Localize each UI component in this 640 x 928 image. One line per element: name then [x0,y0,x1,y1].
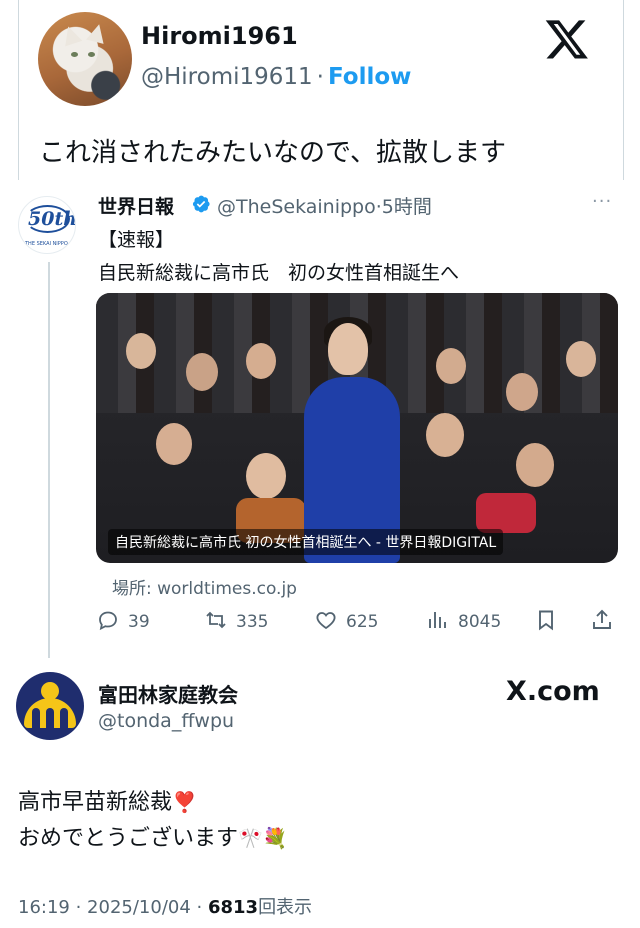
bookmark-button[interactable] [534,606,558,638]
tonda-text: おめでとうございます [18,826,239,851]
crowd-face [246,453,286,499]
more-options-icon[interactable]: ··· [592,191,612,212]
logo-figure [32,708,40,728]
views-count: 8045 [458,612,502,632]
post-timestamp[interactable]: 16:19 · 2025/10/04 · [18,897,208,918]
user-handle[interactable]: @Hiromi19611 [141,64,313,90]
avatar-caption: THE SEKAI NIPPO [25,241,68,247]
user-display-name[interactable]: Hiromi1961 [141,22,298,50]
heart-emoji-icon: ❣️ [172,790,197,814]
repost-icon [204,608,228,637]
crowd-face [516,443,554,487]
sekainippo-avatar[interactable]: 50th THE SEKAI NIPPO [18,196,76,254]
user-handle-row: @Hiromi19611 · Follow [141,64,411,90]
logo-figure [60,708,68,728]
crowd-face [436,348,466,384]
like-count: 625 [346,612,379,632]
like-button[interactable]: 625 [314,606,378,638]
crowd-face [426,413,464,457]
tonda-text-line: おめでとうございます🎌💐 [18,820,288,852]
action-bar: 39 335 625 8045 [96,606,618,638]
share-button[interactable] [590,606,614,638]
quoted-time[interactable]: 5時間 [382,196,432,218]
quoted-meta: @TheSekainippo·5時間 [217,192,432,219]
repost-count: 335 [236,612,269,632]
like-icon [314,608,338,637]
views-total: 6813 [207,897,259,918]
crowd-face [506,373,538,411]
bouquet-emoji-icon: 💐 [262,826,288,850]
crowd-face [126,333,156,369]
news-photo[interactable]: 自民新総裁に高市氏 初の女性首相誕生へ - 世界日報DIGITAL [96,293,618,563]
tonda-avatar[interactable] [16,672,84,740]
quoted-display-name[interactable]: 世界日報 [98,192,174,219]
quoted-handle[interactable]: @TheSekainippo [217,196,376,218]
separator: · [316,64,324,90]
follow-button[interactable]: Follow [328,64,411,90]
logo-figure [46,708,54,728]
views-icon [426,608,450,637]
views-label: 回表示 [258,897,313,918]
repost-button[interactable]: 335 [204,606,268,638]
avatar-badge: 50th [28,208,76,230]
thread-line [48,262,50,658]
embed-card: Hiromi1961 @Hiromi19611 · Follow これ消されたみたい… [18,0,624,180]
reply-count: 39 [128,612,150,632]
bookmark-icon [534,608,558,637]
x-logo-icon[interactable] [544,16,590,62]
user-avatar[interactable] [38,12,132,106]
share-icon [590,608,614,637]
views-button[interactable]: 8045 [426,606,501,638]
tonda-handle[interactable]: @tonda_ffwpu [98,710,234,732]
crowd-face [156,423,192,465]
tonda-text: 高市早苗新総裁 [18,790,173,815]
crowd-face [566,341,596,377]
image-caption: 自民新総裁に高市氏 初の女性首相誕生へ - 世界日報DIGITAL [108,529,504,555]
quoted-text-line: 自民新総裁に高市氏 初の女性首相誕生へ [98,262,460,284]
crowd-face [246,343,276,379]
xcom-brand: X.com [506,676,600,707]
reply-icon [96,608,120,637]
link-source[interactable]: 場所: worldtimes.co.jp [112,574,297,599]
cat-eye [71,52,78,57]
cat-ear [59,23,83,47]
cat-ear [86,22,108,44]
verified-badge-icon [191,194,211,214]
reply-button[interactable]: 39 [96,606,150,638]
post-text: これ消されたみたいなので、拡散します [39,138,506,168]
tonda-text-line: 高市早苗新総裁❣️ [18,784,197,816]
tonda-display-name[interactable]: 富田林家庭教会 [98,679,238,708]
flag-emoji-icon: 🎌 [238,826,263,850]
post-meta: 16:19 · 2025/10/04 · 6813回表示 [18,893,312,919]
red-jacket [476,493,536,533]
quoted-text-line: 【速報】 [98,229,175,251]
cat-eye [88,52,95,57]
crowd-face [186,353,218,391]
center-figure-face [328,323,368,375]
